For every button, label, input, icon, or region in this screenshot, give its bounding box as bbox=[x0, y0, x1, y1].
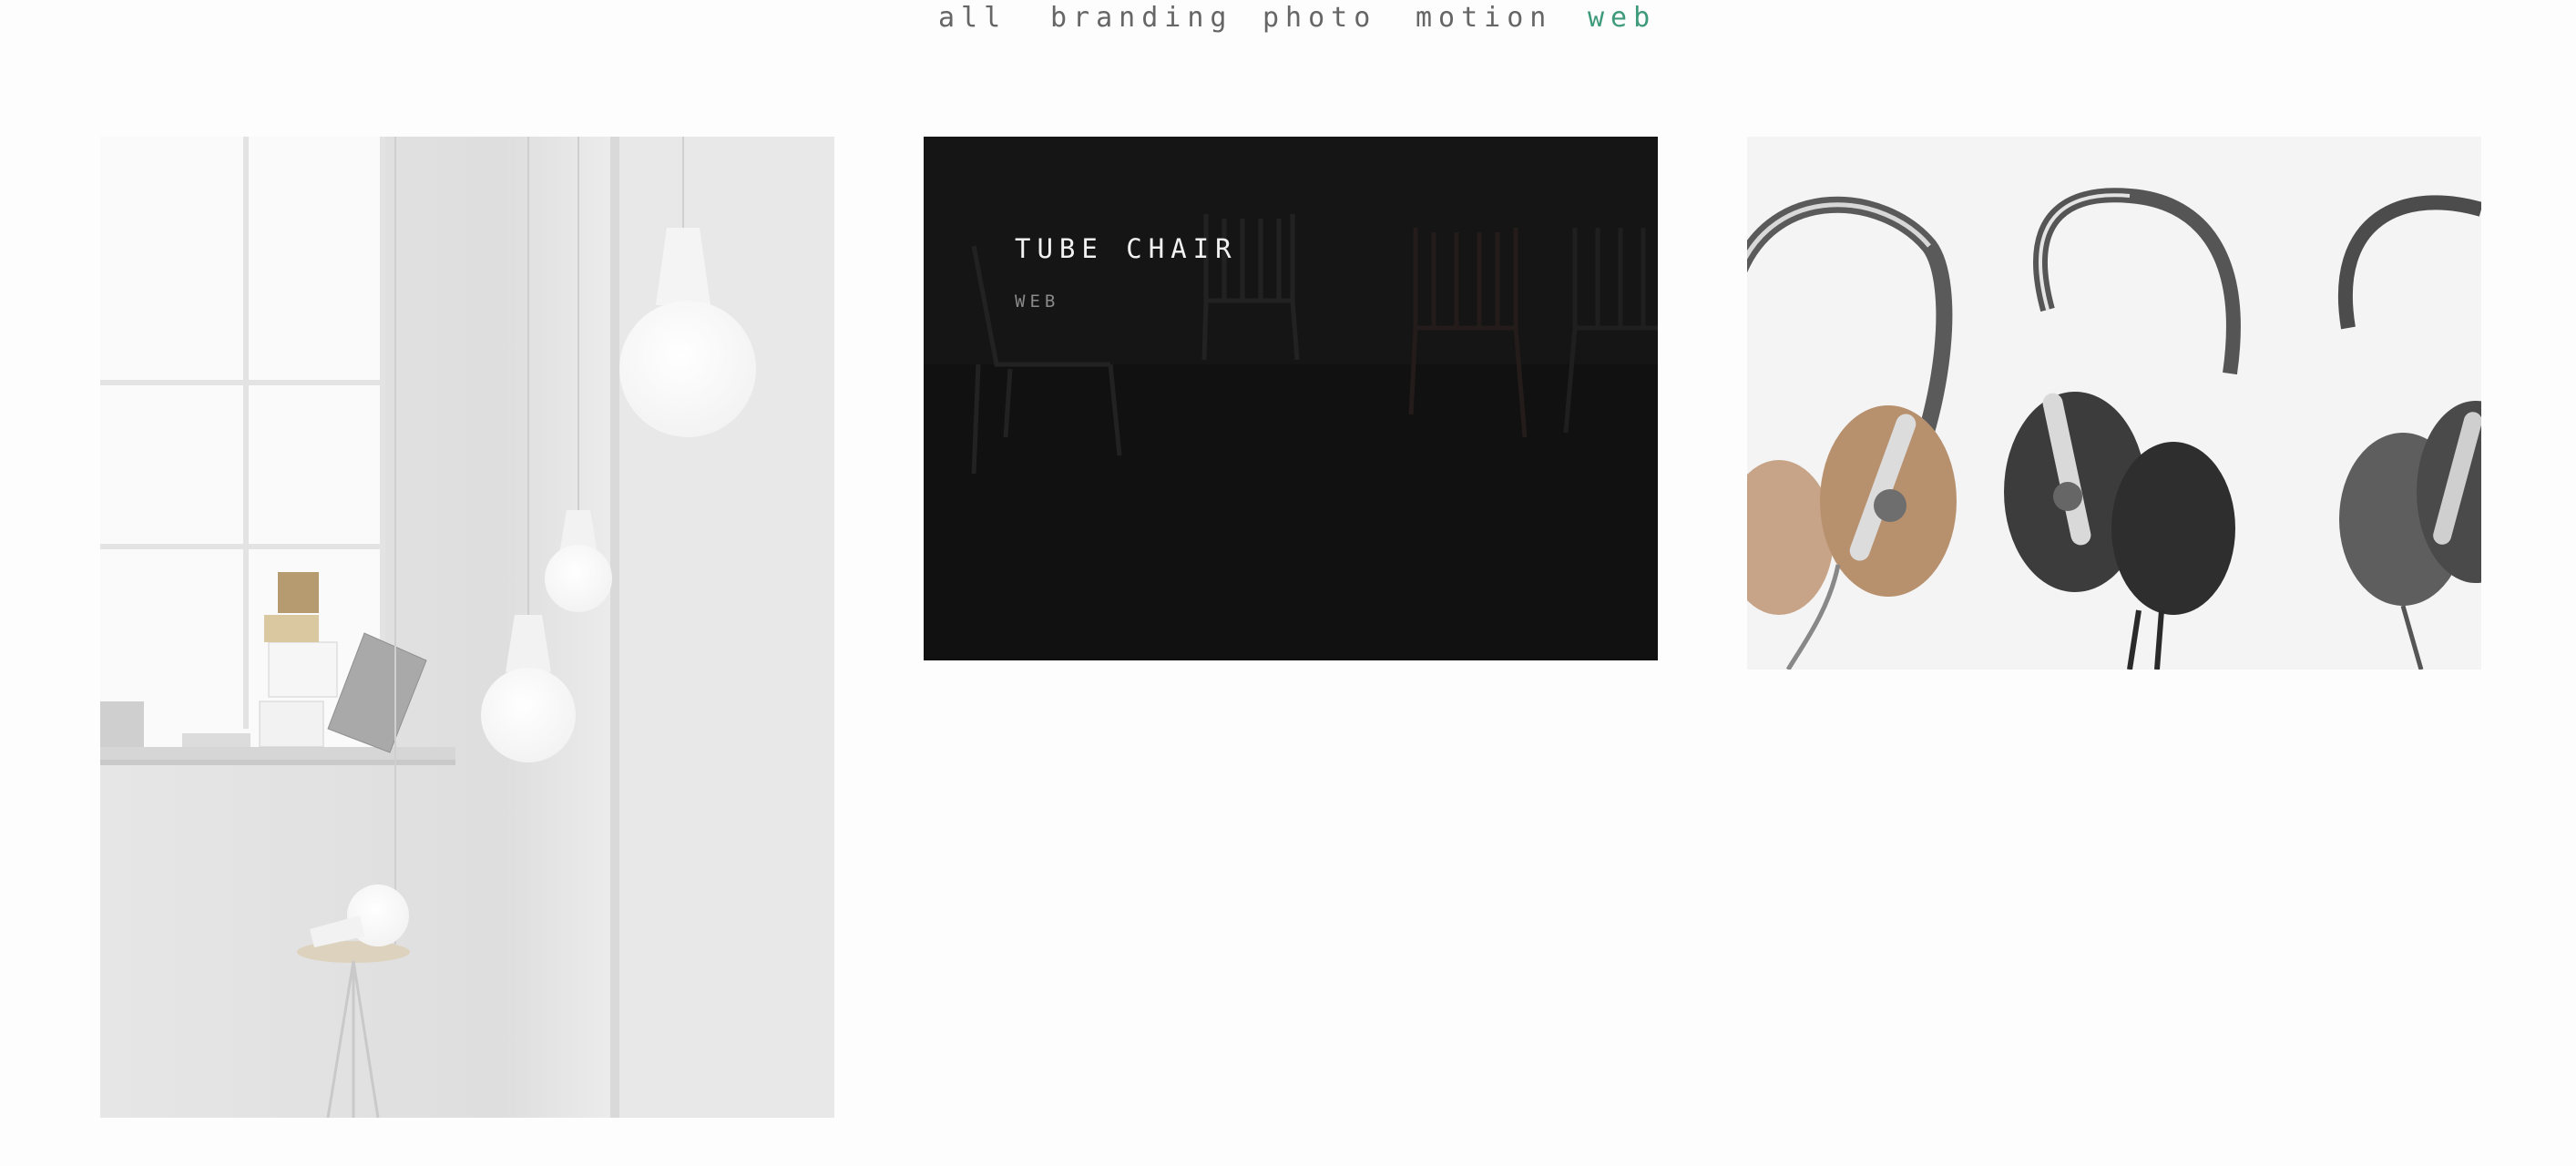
filter-all[interactable]: all bbox=[938, 2, 1007, 34]
pendant-lamps-photo bbox=[100, 137, 834, 1118]
filter-motion[interactable]: motion bbox=[1416, 2, 1552, 34]
portfolio-filter-nav: all branding photo motion web bbox=[0, 0, 2576, 46]
project-category: WEB bbox=[1015, 292, 1060, 312]
filter-branding[interactable]: branding bbox=[1050, 2, 1233, 34]
project-title: TUBE CHAIR bbox=[1015, 233, 1238, 264]
filter-web[interactable]: web bbox=[1588, 2, 1656, 34]
portfolio-item-tube-chair[interactable]: TUBE CHAIR WEB bbox=[924, 137, 1658, 660]
portfolio-item-headphones[interactable] bbox=[1747, 137, 2481, 670]
filter-photo[interactable]: photo bbox=[1262, 2, 1376, 34]
headphones-photo bbox=[1747, 137, 2481, 670]
portfolio-item-lamps[interactable] bbox=[100, 137, 834, 1118]
tube-chair-photo bbox=[924, 137, 1658, 660]
